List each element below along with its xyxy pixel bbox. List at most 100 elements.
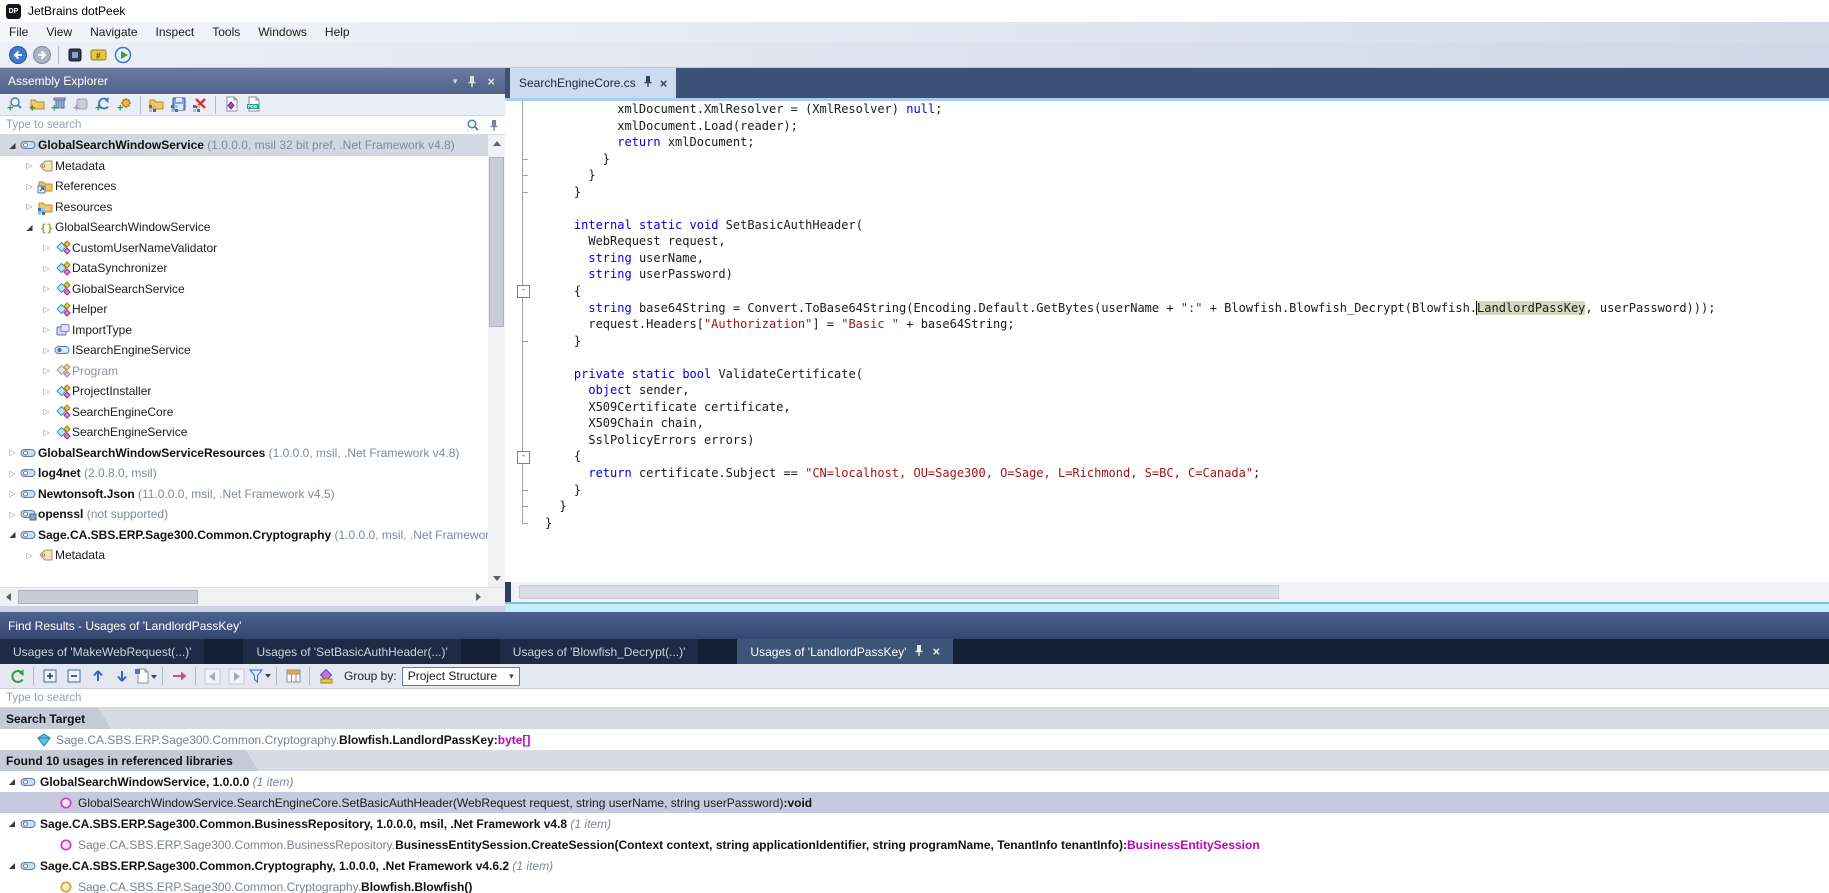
- expand-arrow-icon[interactable]: ▷: [40, 305, 53, 314]
- menu-view[interactable]: View: [37, 22, 81, 42]
- move-up-button[interactable]: [86, 666, 110, 687]
- fold-collapse-box[interactable]: -: [517, 451, 530, 464]
- find-tab[interactable]: Usages of 'LandlordPassKey'×: [737, 639, 953, 664]
- explorer-search-box[interactable]: Type to search: [0, 116, 505, 135]
- next-occurrence-button[interactable]: [224, 666, 248, 687]
- tree-row[interactable]: ▷GlobalSearchService: [0, 279, 488, 300]
- explorer-vertical-scrollbar[interactable]: [488, 135, 505, 587]
- pin-icon[interactable]: [914, 644, 924, 660]
- tree-row[interactable]: ▷ImportType: [0, 320, 488, 341]
- tree-row[interactable]: ▷log4net (2.0.8.0, msil): [0, 463, 488, 484]
- expand-arrow-icon[interactable]: ▷: [40, 428, 53, 437]
- result-member-row[interactable]: Sage.CA.SBS.ERP.Sage300.Common.Cryptogra…: [0, 876, 1829, 893]
- assembly-options-button[interactable]: +: [114, 95, 136, 115]
- remove-assembly-button[interactable]: [189, 95, 211, 115]
- collapse-all-button[interactable]: [62, 666, 86, 687]
- collapse-arrow-icon[interactable]: ◢: [6, 861, 18, 870]
- collapse-arrow-icon[interactable]: ◢: [6, 819, 18, 828]
- collapse-arrow-icon[interactable]: ◢: [6, 530, 19, 539]
- add-nuget-package-button[interactable]: +: [70, 95, 92, 115]
- tree-row[interactable]: ▷SearchEngineService: [0, 422, 488, 443]
- expand-arrow-icon[interactable]: ▷: [23, 551, 36, 560]
- tree-row[interactable]: ▷ProjectInstaller: [0, 381, 488, 402]
- menu-file[interactable]: File: [0, 22, 37, 42]
- collapse-arrow-icon[interactable]: ◢: [6, 141, 19, 150]
- menu-windows[interactable]: Windows: [249, 22, 316, 42]
- search-target-row[interactable]: Sage.CA.SBS.ERP.Sage300.Common.Cryptogra…: [0, 729, 1829, 750]
- find-search-box[interactable]: Type to search: [0, 689, 1829, 708]
- find-tab[interactable]: Usages of 'MakeWebRequest(...)': [0, 639, 204, 664]
- find-tab[interactable]: Usages of 'SetBasicAuthHeader(...)': [243, 639, 460, 664]
- result-assembly-row[interactable]: ◢Sage.CA.SBS.ERP.Sage300.Common.Cryptogr…: [0, 855, 1829, 876]
- expand-arrow-icon[interactable]: ▷: [40, 325, 53, 334]
- tree-row[interactable]: ▷Resources: [0, 197, 488, 218]
- tree-row[interactable]: ◢GlobalSearchWindowService (1.0.0.0, msi…: [0, 135, 488, 156]
- chevron-down-icon[interactable]: ▾: [453, 76, 458, 87]
- explore-folder-button[interactable]: [145, 95, 167, 115]
- close-icon[interactable]: ×: [932, 645, 940, 658]
- collapse-arrow-icon[interactable]: ◢: [6, 777, 18, 786]
- expand-arrow-icon[interactable]: ▷: [40, 407, 53, 416]
- pin-icon[interactable]: [643, 75, 653, 91]
- editor-horizontal-scrollbar[interactable]: [511, 582, 1829, 602]
- expand-arrow-icon[interactable]: ▷: [40, 264, 53, 273]
- group-button[interactable]: [314, 666, 338, 687]
- refresh-button[interactable]: [5, 666, 29, 687]
- il-viewer-button[interactable]: [63, 44, 87, 66]
- menu-inspect[interactable]: Inspect: [147, 22, 204, 42]
- close-icon[interactable]: ×: [487, 74, 495, 89]
- tree-row[interactable]: ▷References: [0, 176, 488, 197]
- result-member-row[interactable]: GlobalSearchWindowService.SearchEngineCo…: [0, 792, 1829, 813]
- expand-arrow-icon[interactable]: ▷: [40, 366, 53, 375]
- close-icon[interactable]: ×: [660, 77, 668, 90]
- menu-tools[interactable]: Tools: [203, 22, 249, 42]
- tree-row[interactable]: ▷SearchEngineCore: [0, 402, 488, 423]
- result-assembly-row[interactable]: ◢GlobalSearchWindowService, 1.0.0.0 (1 i…: [0, 771, 1829, 792]
- reload-assemblies-button[interactable]: +: [92, 95, 114, 115]
- expand-arrow-icon[interactable]: ▷: [40, 346, 53, 355]
- collapse-arrow-icon[interactable]: ◢: [23, 223, 36, 232]
- menu-help[interactable]: Help: [316, 22, 359, 42]
- previous-occurrence-button[interactable]: [200, 666, 224, 687]
- tree-row[interactable]: ▷DataSynchronizer: [0, 258, 488, 279]
- code-annotations-button[interactable]: #: [87, 44, 111, 66]
- expand-arrow-icon[interactable]: ▷: [6, 469, 19, 478]
- filter-button[interactable]: [248, 666, 272, 687]
- tree-row[interactable]: ◢Sage.CA.SBS.ERP.Sage300.Common.Cryptogr…: [0, 525, 488, 546]
- tree-row[interactable]: ▷Program: [0, 361, 488, 382]
- open-assembly-button[interactable]: +: [4, 95, 26, 115]
- tree-row[interactable]: ▷CustomUserNameValidator: [0, 238, 488, 259]
- result-member-row[interactable]: Sage.CA.SBS.ERP.Sage300.Common.BusinessR…: [0, 834, 1829, 855]
- expand-arrow-icon[interactable]: ▷: [40, 243, 53, 252]
- expand-arrow-icon[interactable]: ▷: [23, 182, 36, 191]
- explorer-horizontal-scrollbar[interactable]: [0, 587, 505, 606]
- search-options-icon[interactable]: [465, 118, 481, 133]
- group-by-select[interactable]: Project Structure▾: [402, 667, 520, 686]
- move-down-button[interactable]: [110, 666, 134, 687]
- tree-row[interactable]: ▷Helper: [0, 299, 488, 320]
- expand-arrow-icon[interactable]: ▷: [40, 284, 53, 293]
- expand-arrow-icon[interactable]: ▷: [23, 161, 36, 170]
- open-pdb-button[interactable]: PDB: [242, 95, 264, 115]
- run-process-button[interactable]: [111, 44, 135, 66]
- expand-arrow-icon[interactable]: ▷: [23, 202, 36, 211]
- result-assembly-row[interactable]: ◢Sage.CA.SBS.ERP.Sage300.Common.Business…: [0, 813, 1829, 834]
- forward-button[interactable]: [30, 44, 54, 66]
- pin-icon[interactable]: [467, 75, 477, 88]
- expand-arrow-icon[interactable]: ▷: [40, 387, 53, 396]
- tree-row[interactable]: ▷Metadata: [0, 545, 488, 566]
- columns-button[interactable]: [281, 666, 305, 687]
- add-from-gac-button[interactable]: +: [48, 95, 70, 115]
- export-button[interactable]: [134, 666, 158, 687]
- back-button[interactable]: [6, 44, 30, 66]
- generate-pdb-button[interactable]: [220, 95, 242, 115]
- tree-row[interactable]: ▷openssl (not supported): [0, 504, 488, 525]
- tab-searchenginecore[interactable]: SearchEngineCore.cs ×: [510, 68, 676, 98]
- menu-navigate[interactable]: Navigate: [81, 22, 146, 42]
- tree-row[interactable]: ▷ISearchEngineService: [0, 340, 488, 361]
- export-to-project-button[interactable]: [167, 95, 189, 115]
- find-tab[interactable]: Usages of 'Blowfish_Decrypt(...)': [500, 639, 699, 664]
- expand-arrow-icon[interactable]: ▷: [6, 510, 19, 519]
- expand-arrow-icon[interactable]: ▷: [6, 448, 19, 457]
- pin-icon[interactable]: [489, 119, 499, 132]
